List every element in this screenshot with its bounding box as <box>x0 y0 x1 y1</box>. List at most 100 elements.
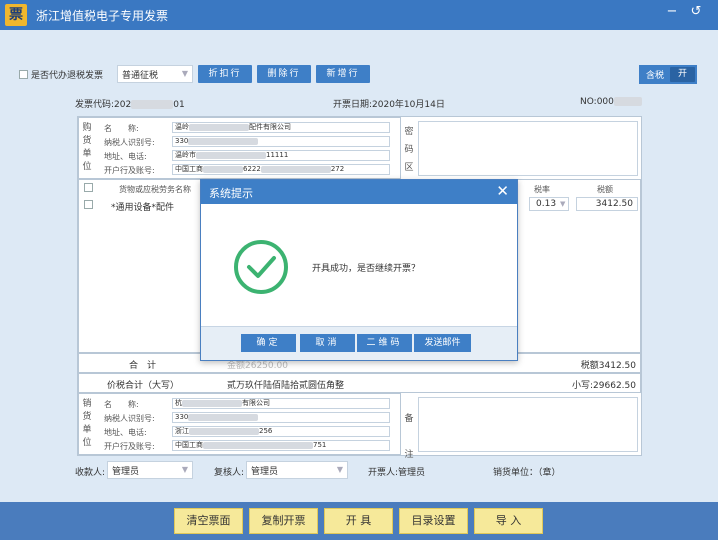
col-item-header: 货物或应税劳务名称 <box>119 185 191 194</box>
dialog-footer: 确定 取消 二维码 发送邮件 <box>201 326 517 360</box>
row-tax-field[interactable]: 3412.50 <box>576 197 638 211</box>
buyer-label-char: 位 <box>82 162 92 172</box>
dialog-body: 开具成功，是否继续开票？ <box>201 204 517 324</box>
discount-line-button[interactable]: 折扣行 <box>198 65 252 83</box>
buyer-bank-value-head: 中国工商 <box>175 165 203 173</box>
redacted-block <box>260 165 331 173</box>
proxy-refund-checkbox[interactable] <box>19 70 28 79</box>
seller-name-value-tail: 有限公司 <box>242 399 270 407</box>
tax-included-state: 开 <box>670 67 695 82</box>
buyer-addr-field[interactable]: 温岭市 11111 <box>172 150 390 161</box>
buyer-section-label: 购 货 单 位 <box>82 122 92 174</box>
buyer-taxid-label: 纳税人识别号: <box>104 138 155 147</box>
remark-area-label: 备 注 <box>404 401 414 473</box>
remark-label-char: 备 <box>404 414 414 424</box>
restore-icon[interactable]: ↺ <box>688 4 704 20</box>
buyer-taxid-value: 330 <box>175 137 189 145</box>
redacted-block <box>182 399 242 407</box>
buyer-bank-label: 开户行及账号: <box>104 166 155 175</box>
dialog-title: 系统提示 <box>209 187 253 200</box>
ok-button[interactable]: 确定 <box>241 334 296 352</box>
copy-invoice-button[interactable]: 复制开票 <box>249 508 318 534</box>
buyer-bank-field[interactable]: 中国工商 6222 272 <box>172 164 390 175</box>
seller-taxid-value: 330 <box>175 413 189 421</box>
redacted-block <box>188 137 259 145</box>
delete-line-button[interactable]: 删除行 <box>257 65 311 83</box>
reviewer-label: 复核人: <box>214 468 245 478</box>
buyer-name-field[interactable]: 温岭 配件有限公司 <box>172 122 390 133</box>
buyer-bank-value-mid: 6222 <box>243 165 261 173</box>
window-title: 浙江增值税电子专用发票 <box>36 9 169 23</box>
invoice-code: 发票代码:202 01 <box>75 97 185 110</box>
chevron-down-icon: ▼ <box>181 465 188 474</box>
seller-label-char: 货 <box>82 412 92 422</box>
buyer-addr-value-head: 温岭市 <box>175 151 196 159</box>
select-all-checkbox[interactable] <box>84 183 93 192</box>
qrcode-button[interactable]: 二维码 <box>357 334 412 352</box>
buyer-addr-value-tail: 11111 <box>266 151 289 159</box>
col-tax-header: 税额 <box>597 185 613 194</box>
seller-bank-value-head: 中国工商 <box>175 441 203 449</box>
row-rate-select[interactable]: 0.13 ▼ <box>529 197 569 211</box>
send-email-button[interactable]: 发送邮件 <box>414 334 471 352</box>
grand-total-small: 小写:29662.50 <box>572 381 636 391</box>
seller-name-value-head: 杭 <box>175 399 182 407</box>
seller-section: 销 货 单 位 名 称: 杭 有限公司 纳税人识别号: 330 地址、电话: 浙江… <box>78 393 401 455</box>
invoice-number-label: NO:000 <box>580 97 614 107</box>
buyer-name-value-head: 温岭 <box>175 123 189 131</box>
redacted-block <box>203 441 313 449</box>
bottom-action-bar: 清空票面 复制开票 开 具 目录设置 导 入 <box>0 502 718 540</box>
buyer-bank-value-tail: 272 <box>330 165 345 173</box>
grand-total-label: 价税合计（大写） <box>107 381 180 391</box>
cancel-button[interactable]: 取消 <box>300 334 355 352</box>
reviewer-select[interactable]: 管理员 ▼ <box>246 461 348 479</box>
remark-field[interactable] <box>418 397 638 452</box>
cipher-label-char: 密 <box>404 127 414 137</box>
buyer-addr-label: 地址、电话: <box>104 152 147 161</box>
invoice-number: NO:000 <box>580 97 642 107</box>
redacted-block <box>203 165 243 173</box>
seller-label-char: 销 <box>82 399 92 409</box>
row-item-name[interactable]: *通用设备*配件 <box>111 200 174 213</box>
clear-invoice-button[interactable]: 清空票面 <box>174 508 243 534</box>
seller-addr-value-tail: 256 <box>259 427 273 435</box>
catalog-settings-button[interactable]: 目录设置 <box>399 508 468 534</box>
seller-bank-field[interactable]: 中国工商 751 <box>172 440 390 451</box>
cipher-label-char: 码 <box>404 145 414 155</box>
invoice-date: 开票日期:2020年10月14日 <box>333 100 445 110</box>
buyer-section: 购 货 单 位 名 称: 温岭 配件有限公司 纳税人识别号: 330 地址、电话:… <box>78 117 401 179</box>
cipher-area <box>418 121 638 176</box>
payee-select[interactable]: 管理员 ▼ <box>107 461 193 479</box>
seller-taxid-field[interactable]: 330 <box>172 412 390 423</box>
total-tax: 税额3412.50 <box>580 361 636 371</box>
app-logo-icon: 票 <box>5 4 27 26</box>
import-button[interactable]: 导 入 <box>474 508 543 534</box>
seller-section-label: 销 货 单 位 <box>82 398 92 450</box>
system-prompt-dialog: 系统提示 ✕ 开具成功，是否继续开票？ 确定 取消 二维码 发送邮件 <box>200 179 518 361</box>
grand-total-words: 贰万玖仟陆佰陆拾贰圆伍角整 <box>227 381 345 391</box>
redacted-block <box>188 413 259 421</box>
seller-addr-value-head: 浙江 <box>175 427 189 435</box>
levy-type-select[interactable]: 普通征税 ▼ <box>117 65 193 83</box>
col-rate-header: 税率 <box>534 185 550 194</box>
invoice-app: 票 浙江增值税电子专用发票 − ↺ 是否代办退税发票 普通征税 ▼ 折扣行 删除… <box>0 0 718 540</box>
seller-label-char: 单 <box>82 425 92 435</box>
seller-addr-field[interactable]: 浙江 256 <box>172 426 390 437</box>
issue-button[interactable]: 开 具 <box>324 508 393 534</box>
seller-name-field[interactable]: 杭 有限公司 <box>172 398 390 409</box>
buyer-name-label: 名 称: <box>104 124 139 133</box>
success-check-icon <box>234 240 288 294</box>
minimize-icon[interactable]: − <box>664 4 680 20</box>
row-rate-value: 0.13 <box>536 199 557 209</box>
row-tax-value: 3412.50 <box>595 199 633 209</box>
title-bar: 票 浙江增值税电子专用发票 − ↺ <box>0 0 718 30</box>
buyer-taxid-field[interactable]: 330 <box>172 136 390 147</box>
close-icon[interactable]: ✕ <box>496 182 509 200</box>
row-checkbox[interactable] <box>84 200 93 209</box>
seller-bank-value-tail: 751 <box>313 441 327 449</box>
payee-value: 管理员 <box>112 467 140 477</box>
chevron-down-icon: ▼ <box>336 465 343 474</box>
proxy-refund-label: 是否代办退税发票 <box>31 71 104 81</box>
add-line-button[interactable]: 新增行 <box>316 65 370 83</box>
tax-included-toggle[interactable]: 含税 开 <box>639 65 697 84</box>
